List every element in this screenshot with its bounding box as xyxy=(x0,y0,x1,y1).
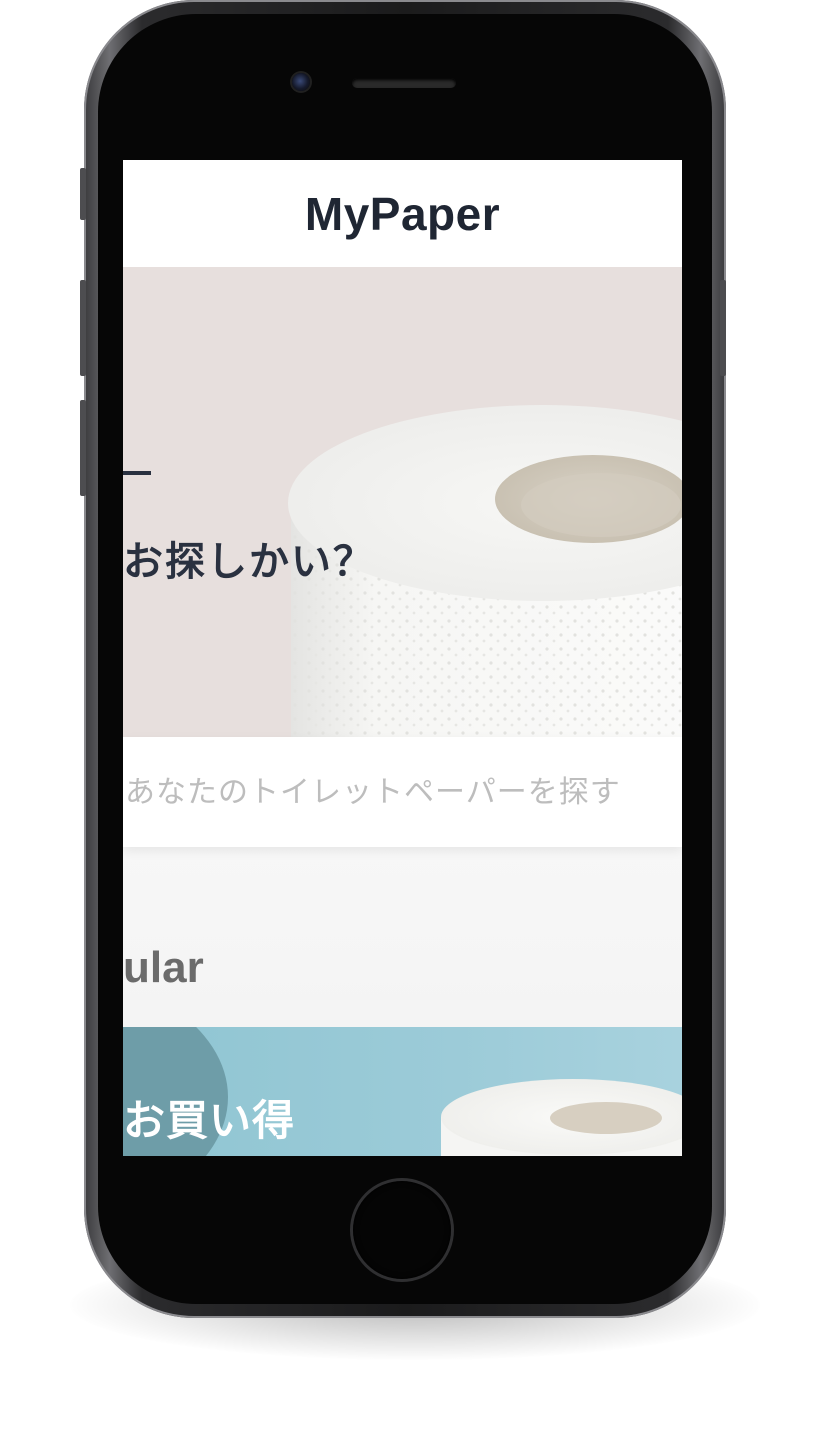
app-title: MyPaper xyxy=(304,187,501,240)
app-header: MyPaper xyxy=(123,160,682,267)
earpiece-speaker xyxy=(352,78,456,88)
volume-down-button xyxy=(80,400,86,496)
search-input[interactable] xyxy=(123,737,682,847)
search-bar[interactable] xyxy=(123,737,682,847)
deal-card[interactable]: お買い得 xyxy=(123,1027,682,1156)
hero-banner: お探しかい？ xyxy=(123,267,682,737)
hero-title-fragment-dash xyxy=(123,471,151,475)
hero-title: お探しかい？ xyxy=(123,539,375,585)
app-screen: MyPaper お探しかい？ あなたのトイレットペーパーを探す ular お買い… xyxy=(123,160,682,1156)
toilet-paper-roll-icon xyxy=(288,405,682,737)
deal-card-title: お買い得 xyxy=(123,1096,296,1145)
home-button[interactable] xyxy=(353,1181,451,1279)
power-button xyxy=(720,280,726,376)
mute-switch xyxy=(80,168,86,220)
volume-up-button xyxy=(80,280,86,376)
popular-section-title: ular xyxy=(123,943,204,992)
popular-section: ular xyxy=(123,847,682,1027)
front-camera-icon xyxy=(292,73,310,91)
